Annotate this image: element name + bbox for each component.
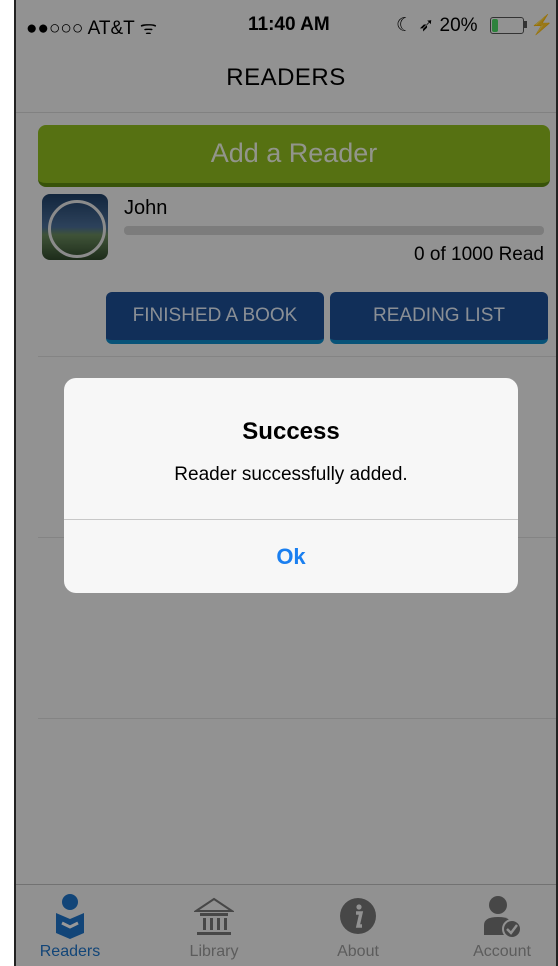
success-alert: Success Reader successfully added. Ok xyxy=(64,378,518,593)
alert-message: Reader successfully added. xyxy=(174,464,408,485)
app-screen: ●●○○○ AT&T ᯤ 11:40 AM ☾ ➶ 20% ⚡ READERS … xyxy=(16,0,556,966)
ok-button[interactable]: Ok xyxy=(64,520,518,593)
alert-title: Success xyxy=(242,418,340,445)
